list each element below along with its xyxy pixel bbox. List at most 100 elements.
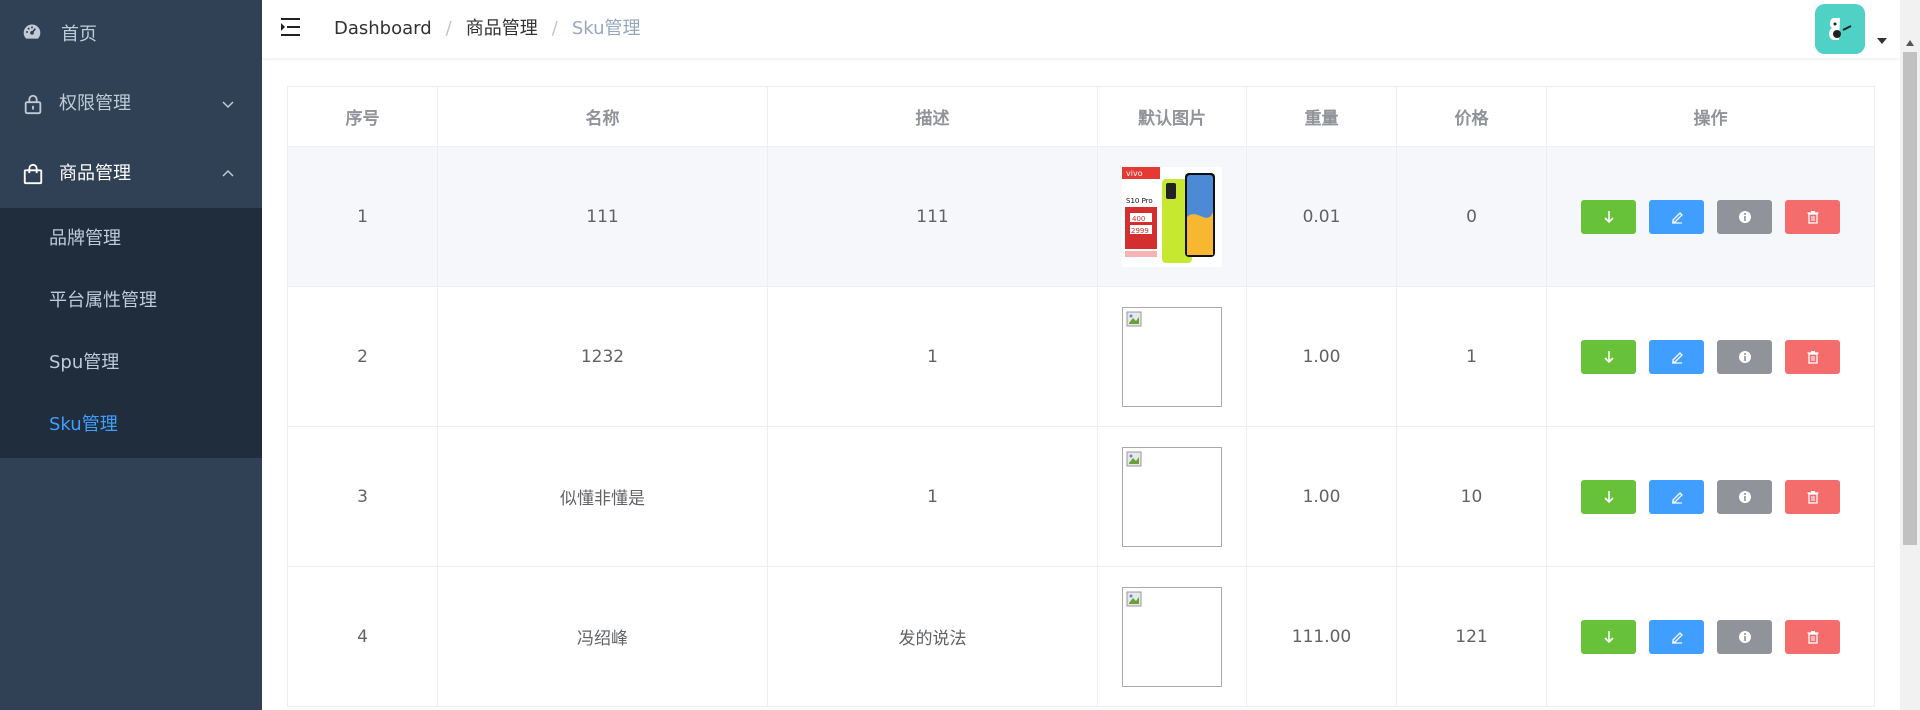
- table-row: 1 111 111 vivo S10 Pro 400 2999 0.01 0: [288, 147, 1875, 287]
- table-row: 3 似懂非懂是 1 1.00 10: [288, 427, 1875, 567]
- cell-actions: [1547, 147, 1875, 287]
- edit-icon: [1671, 491, 1683, 504]
- move-down-button[interactable]: [1581, 479, 1636, 514]
- cell-image: vivo S10 Pro 400 2999: [1098, 147, 1247, 287]
- scroll-up-arrow-icon[interactable]: [1906, 40, 1914, 46]
- avatar[interactable]: [1815, 4, 1865, 54]
- column-header: 序号: [288, 87, 438, 147]
- promo-brand: vivo: [1126, 169, 1143, 178]
- promo-model: S10 Pro: [1126, 197, 1153, 205]
- caret-down-icon[interactable]: [1877, 38, 1887, 44]
- cell-price: 1: [1397, 287, 1547, 427]
- trash-icon: [1807, 350, 1818, 364]
- sidebar-item-platform-attrs[interactable]: 平台属性管理: [0, 270, 262, 332]
- sidebar-item-permissions[interactable]: 权限管理: [0, 69, 262, 139]
- broken-image-icon: [1126, 451, 1142, 466]
- avatar-image: [1815, 4, 1865, 54]
- cell-weight: 1.00: [1247, 287, 1397, 427]
- sidebar-item-brand[interactable]: 品牌管理: [0, 208, 262, 270]
- scrollbar-thumb[interactable]: [1903, 52, 1917, 545]
- cell-actions: [1547, 567, 1875, 707]
- info-button[interactable]: [1717, 199, 1772, 234]
- info-icon: [1738, 630, 1751, 643]
- chevron-down-icon: [222, 101, 234, 109]
- broken-image: [1122, 586, 1222, 687]
- arrow-down-icon: [1603, 630, 1614, 643]
- column-header: 描述: [768, 87, 1098, 147]
- cell-actions: [1547, 427, 1875, 567]
- delete-button[interactable]: [1785, 339, 1840, 374]
- lock-icon: [24, 94, 42, 115]
- products-submenu: 品牌管理 平台属性管理 Spu管理 Sku管理: [0, 208, 262, 458]
- sidebar-item-products[interactable]: 商品管理: [0, 139, 262, 209]
- edit-button[interactable]: [1649, 339, 1704, 374]
- broken-image: [1122, 306, 1222, 407]
- delete-button[interactable]: [1785, 479, 1840, 514]
- sidebar-item-spu[interactable]: Spu管理: [0, 332, 262, 394]
- edit-button[interactable]: [1649, 199, 1704, 234]
- cell-desc: 111: [768, 147, 1098, 287]
- info-button[interactable]: [1717, 339, 1772, 374]
- move-down-button[interactable]: [1581, 199, 1636, 234]
- cell-weight: 1.00: [1247, 427, 1397, 567]
- column-header: 价格: [1397, 87, 1547, 147]
- column-header: 重量: [1247, 87, 1397, 147]
- edit-button[interactable]: [1649, 479, 1704, 514]
- edit-button[interactable]: [1649, 619, 1704, 654]
- table-row: 4 冯绍峰 发的说法 111.00 121: [288, 567, 1875, 707]
- cell-desc: 1: [768, 427, 1098, 567]
- chevron-up-icon: [222, 169, 234, 177]
- sidebar-item-label: Spu管理: [49, 352, 120, 373]
- sidebar-item-sku[interactable]: Sku管理: [0, 394, 262, 456]
- product-image: vivo S10 Pro 400 2999: [1122, 166, 1222, 267]
- trash-icon: [1807, 630, 1818, 644]
- cell-price: 10: [1397, 427, 1547, 567]
- sku-table: 序号 名称 描述 默认图片 重量 价格 操作 1 111 111 vivo S1…: [287, 86, 1875, 707]
- delete-button[interactable]: [1785, 199, 1840, 234]
- cell-weight: 111.00: [1247, 567, 1397, 707]
- move-down-button[interactable]: [1581, 339, 1636, 374]
- broken-image: [1122, 446, 1222, 547]
- trash-icon: [1807, 210, 1818, 224]
- sidebar-item-home[interactable]: 首页: [0, 0, 262, 70]
- cell-name: 1232: [438, 287, 768, 427]
- edit-icon: [1671, 631, 1683, 644]
- info-button[interactable]: [1717, 479, 1772, 514]
- sidebar-item-label: Sku管理: [49, 414, 118, 435]
- move-down-button[interactable]: [1581, 619, 1636, 654]
- cell-image: [1098, 287, 1247, 427]
- arrow-down-icon: [1603, 210, 1614, 223]
- sidebar-item-label: 平台属性管理: [49, 290, 157, 311]
- breadcrumb-item-dashboard[interactable]: Dashboard: [334, 0, 432, 58]
- cell-image: [1098, 427, 1247, 567]
- cell-desc: 1: [768, 287, 1098, 427]
- app: 首页 权限管理 商品管理 品牌管理 平台属性管理 Spu管理 Sku管理 Das…: [0, 0, 1920, 710]
- edit-icon: [1671, 351, 1683, 364]
- cell-price: 0: [1397, 147, 1547, 287]
- arrow-down-icon: [1603, 350, 1614, 363]
- cell-weight: 0.01: [1247, 147, 1397, 287]
- cell-index: 3: [288, 427, 438, 567]
- breadcrumb-item-products: 商品管理: [465, 18, 538, 39]
- trash-icon: [1807, 490, 1818, 504]
- cell-price: 121: [1397, 567, 1547, 707]
- cell-image: [1098, 567, 1247, 707]
- info-button[interactable]: [1717, 619, 1772, 654]
- sidebar-item-label: 权限管理: [59, 93, 131, 114]
- shopping-bag-icon: [23, 163, 43, 185]
- promo-price: 2999: [1131, 227, 1149, 235]
- sidebar: 首页 权限管理 商品管理 品牌管理 平台属性管理 Spu管理 Sku管理: [0, 0, 262, 710]
- cell-index: 1: [288, 147, 438, 287]
- cell-desc: 发的说法: [768, 567, 1098, 707]
- breadcrumb-separator: /: [551, 18, 558, 39]
- delete-button[interactable]: [1785, 619, 1840, 654]
- vertical-scrollbar[interactable]: [1900, 0, 1920, 710]
- hamburger-icon[interactable]: [280, 16, 304, 38]
- info-icon: [1738, 210, 1751, 223]
- info-icon: [1738, 350, 1751, 363]
- promo-discount: 400: [1132, 215, 1145, 223]
- column-header: 操作: [1547, 87, 1875, 147]
- sidebar-item-label: 商品管理: [59, 163, 131, 184]
- cell-index: 2: [288, 287, 438, 427]
- breadcrumb-separator: /: [445, 18, 452, 39]
